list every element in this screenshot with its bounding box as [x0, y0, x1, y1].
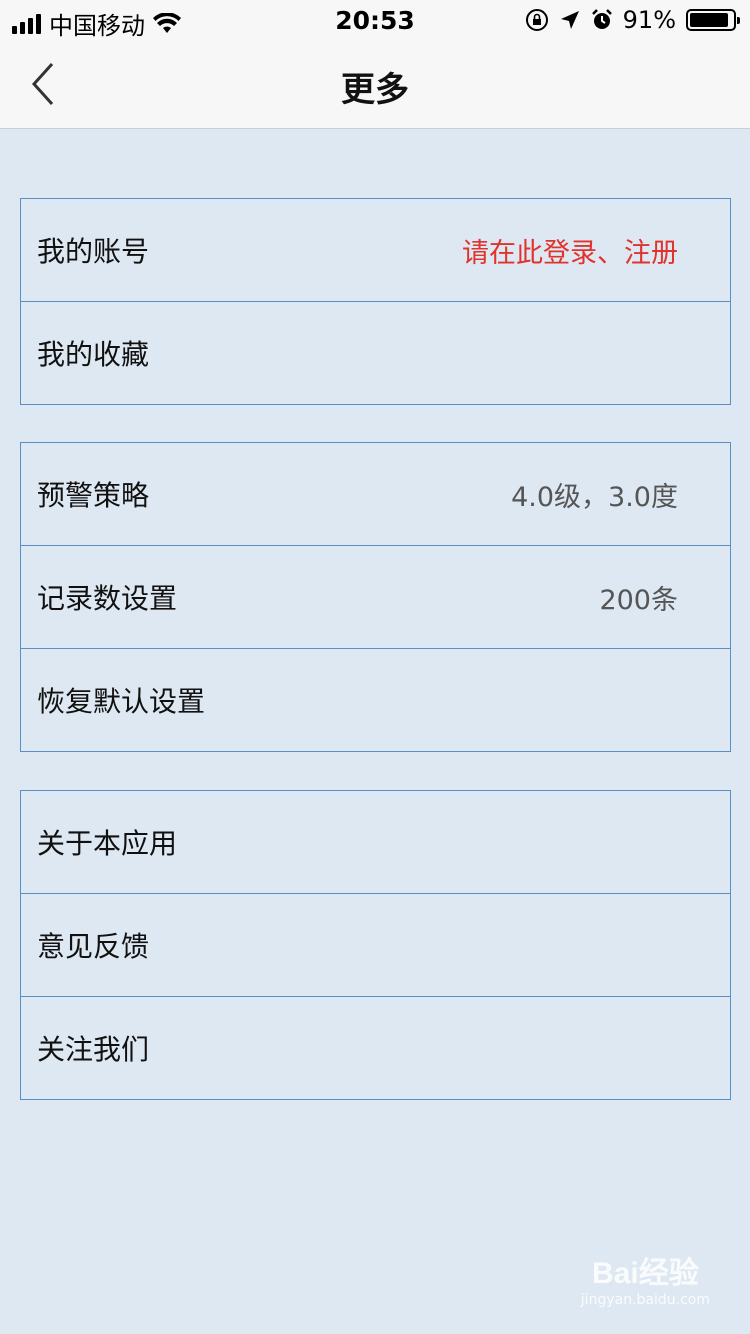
status-bar-right: 91% [525, 6, 740, 34]
baidu-watermark: Bai经验 jingyan.baidu.com [581, 1248, 710, 1308]
status-bar: 中国移动 20:53 91% [0, 0, 750, 40]
settings-row-follow-us[interactable]: 关注我们 [21, 997, 730, 1099]
page-title: 更多 [341, 70, 409, 110]
nav-bar: 更多 [0, 40, 750, 129]
settings-row-warning-policy[interactable]: 预警策略 4.0级，3.0度 [21, 443, 730, 546]
row-label: 我的收藏 [37, 338, 150, 371]
account-group: 我的账号 请在此登录、注册 我的收藏 [20, 198, 731, 405]
row-label: 预警策略 [37, 479, 150, 512]
login-register-link[interactable]: 请在此登录、注册 [462, 231, 678, 270]
alarm-icon [591, 9, 612, 29]
row-label: 我的账号 [37, 235, 150, 268]
battery-percent: 91% [622, 6, 676, 34]
about-group: 关于本应用 意见反馈 关注我们 [20, 790, 731, 1100]
battery-level-fill [690, 13, 729, 27]
watermark-sub: jingyan.baidu.com [580, 1292, 710, 1308]
settings-row-account[interactable]: 我的账号 请在此登录、注册 [21, 199, 730, 302]
row-label: 关于本应用 [37, 827, 178, 860]
row-label: 意见反馈 [37, 930, 150, 963]
settings-group: 预警策略 4.0级，3.0度 记录数设置 200条 恢复默认设置 [20, 442, 731, 752]
battery-icon [686, 9, 740, 31]
settings-row-favorites[interactable]: 我的收藏 [21, 302, 730, 404]
settings-row-feedback[interactable]: 意见反馈 [21, 894, 730, 997]
row-value: 200条 [599, 584, 678, 616]
row-label: 记录数设置 [37, 582, 178, 615]
row-label: 恢复默认设置 [37, 685, 206, 718]
row-label: 关注我们 [37, 1033, 150, 1066]
settings-row-record-count[interactable]: 记录数设置 200条 [21, 546, 730, 649]
settings-row-about[interactable]: 关于本应用 [21, 791, 730, 894]
row-value: 4.0级，3.0度 [511, 481, 678, 513]
location-icon [560, 11, 579, 29]
watermark-main: Bai经验 [592, 1257, 699, 1290]
orientation-lock-icon [525, 9, 548, 31]
settings-row-restore-defaults[interactable]: 恢复默认设置 [21, 649, 730, 751]
